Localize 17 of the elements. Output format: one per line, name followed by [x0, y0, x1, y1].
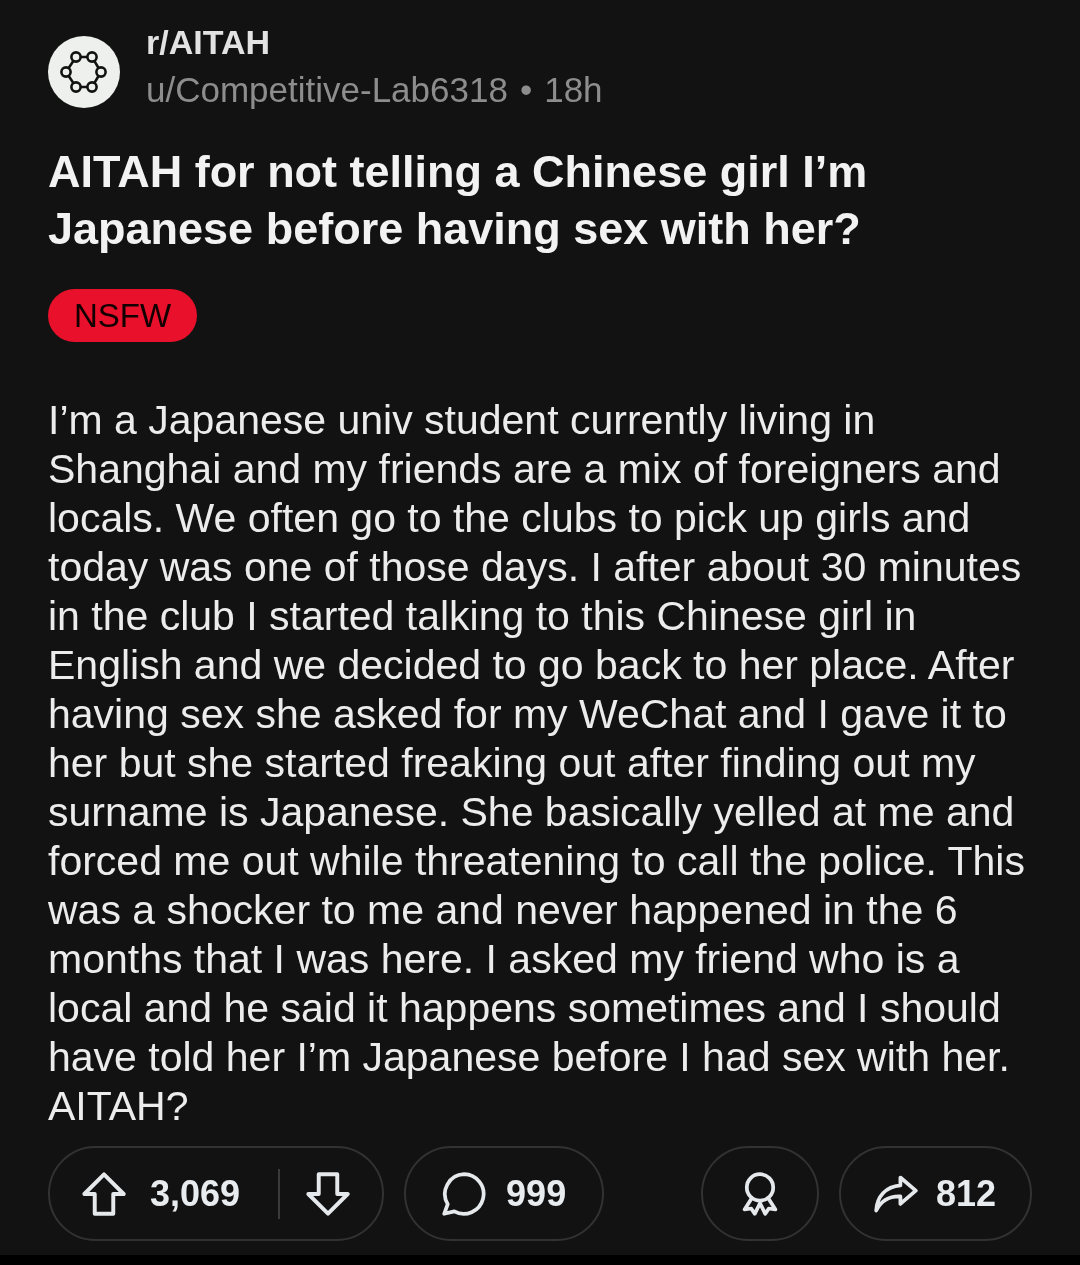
subreddit-link[interactable]: r/AITAH — [146, 18, 271, 66]
speech-bubble-icon — [442, 1171, 487, 1216]
comments-button[interactable]: 999 — [404, 1146, 605, 1241]
post-title: AITAH for not telling a Chinese girl I’m Japanese before having sex with her? — [48, 145, 869, 256]
post-body: I’m a Japanese univ student currently living in Shanghai and my friends are a mix of foreigners and locals. We often go to the clubs to pick up girls and today was one of those days. I after about 30 minutes in the club I started talking to this Chinese girl in English and we decided to go back to her place. After having sex she asked for my WeChat and I gave it to her but she started freaking out after finding out my surname is Japanese. She basically yelled at me and forced me out while threatening to call the police. This was a shocker to me and never happened in the 6 months that I was here. I asked my friend who is a local and he said it happens sometimes and I should have told her I’m Japanese before I had sex with her. AITAH? — [48, 396, 1026, 1131]
downvote-button[interactable] — [306, 1171, 351, 1216]
vote-count: 3,069 — [150, 1172, 241, 1215]
award-button[interactable] — [700, 1146, 819, 1241]
upvote-button[interactable] — [82, 1171, 126, 1216]
nsfw-tag: NSFW — [48, 289, 198, 342]
arrow-down-icon — [306, 1171, 351, 1216]
share-button[interactable]: 812 — [838, 1146, 1032, 1241]
post-age: 18h — [544, 69, 603, 111]
username-link[interactable]: u/Competitive-Lab6318 — [146, 66, 508, 114]
arrow-up-icon — [82, 1171, 126, 1216]
separator-dot: • — [519, 69, 533, 111]
dot-ring-icon — [48, 36, 120, 108]
